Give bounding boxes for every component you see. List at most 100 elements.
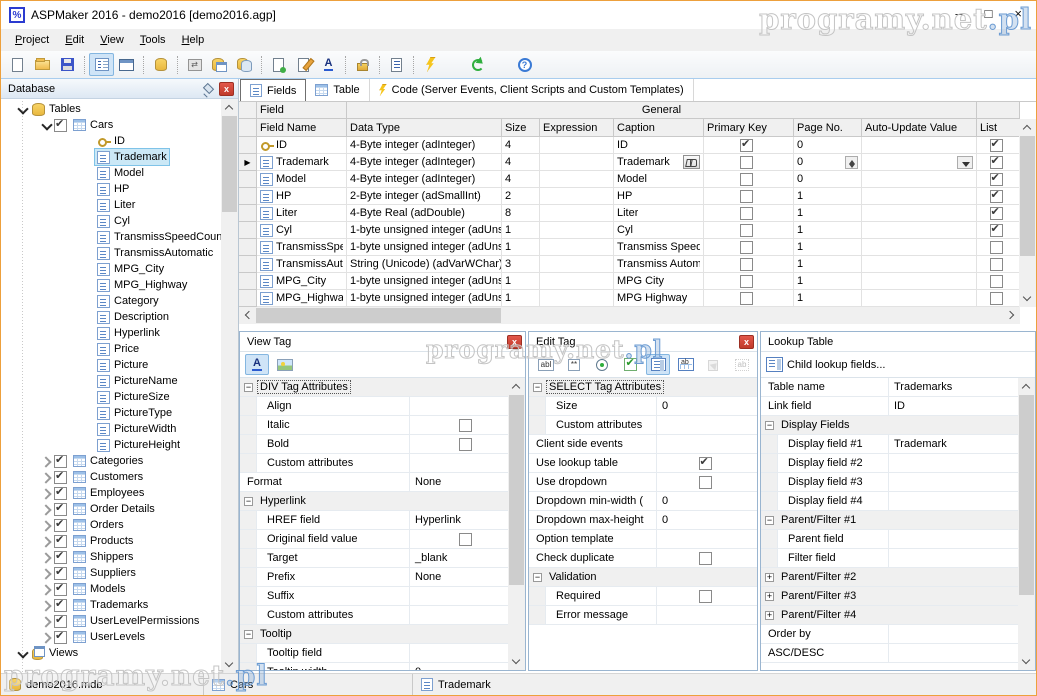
scroll-right-icon[interactable] xyxy=(1003,307,1020,324)
cell-field-name[interactable]: TransmissAutomatic xyxy=(257,256,347,273)
cell-field-name[interactable]: TransmissSpeedCount xyxy=(257,239,347,256)
cell-auto-update[interactable] xyxy=(862,154,977,171)
tree-item-userlevels[interactable]: UserLevels xyxy=(1,629,221,645)
cell-primary-key[interactable] xyxy=(704,239,794,256)
property-value[interactable]: 0 xyxy=(657,397,757,415)
cell-expression[interactable] xyxy=(540,239,614,256)
row-header[interactable] xyxy=(239,137,257,154)
cell-list[interactable] xyxy=(977,137,1020,154)
tab-table[interactable]: Table xyxy=(306,79,369,101)
cell-list[interactable] xyxy=(977,188,1020,205)
property-value[interactable]: 0 xyxy=(657,511,757,529)
scroll-up-icon[interactable] xyxy=(1019,119,1036,136)
tree-item-transmissautomatic[interactable]: TransmissAutomatic xyxy=(1,245,221,261)
cell-page-no[interactable]: 1 xyxy=(794,239,862,256)
cell-auto-update[interactable] xyxy=(862,273,977,290)
cell-expression[interactable] xyxy=(540,256,614,273)
tree-item-userlevelpermissions[interactable]: UserLevelPermissions xyxy=(1,613,221,629)
spinner-down-icon[interactable] xyxy=(846,162,857,168)
tree-item-picturetype[interactable]: PictureType xyxy=(1,405,221,421)
cell-auto-update[interactable] xyxy=(862,239,977,256)
tree-item-models[interactable]: Models xyxy=(1,581,221,597)
property-row-tooltip-width[interactable]: Tooltip width0 xyxy=(240,663,525,670)
cell-primary-key[interactable] xyxy=(704,205,794,222)
tree-item-views[interactable]: Views xyxy=(1,645,221,661)
tree-item-cars[interactable]: Cars xyxy=(1,117,221,133)
cell-size[interactable]: 1 xyxy=(502,222,540,239)
minimize-button[interactable]: – xyxy=(955,6,962,21)
cell-page-no[interactable]: 0 xyxy=(794,137,862,154)
tree-item-products[interactable]: Products xyxy=(1,533,221,549)
tree-item-transmissspeedcount[interactable]: TransmissSpeedCount xyxy=(1,229,221,245)
property-checkbox[interactable] xyxy=(699,457,712,470)
primary-key-checkbox[interactable] xyxy=(740,156,753,169)
property-row-display-field-2[interactable]: Display field #2 xyxy=(761,454,1035,473)
cell-primary-key[interactable] xyxy=(704,171,794,188)
tree-checkbox[interactable] xyxy=(54,471,67,484)
list-checkbox[interactable] xyxy=(990,207,1003,220)
tree-item-picturesize[interactable]: PictureSize xyxy=(1,389,221,405)
scroll-thumb[interactable] xyxy=(256,308,501,323)
cell-size[interactable]: 8 xyxy=(502,205,540,222)
cell-expression[interactable] xyxy=(540,188,614,205)
property-row-prefix[interactable]: PrefixNone xyxy=(240,568,525,587)
cell-data-type[interactable]: 4-Byte integer (adInteger) xyxy=(347,154,502,171)
database-pane-toggle-button[interactable] xyxy=(89,53,114,76)
scroll-up-icon[interactable] xyxy=(221,99,238,116)
cell-caption[interactable]: Trademark xyxy=(614,154,704,171)
scroll-thumb[interactable] xyxy=(509,395,524,585)
cell-caption[interactable]: MPG City xyxy=(614,273,704,290)
cell-caption[interactable]: MPG Highway xyxy=(614,290,704,307)
primary-key-checkbox[interactable] xyxy=(740,241,753,254)
property-checkbox[interactable] xyxy=(459,419,472,432)
tree-item-picture[interactable]: Picture xyxy=(1,357,221,373)
tree-item-model[interactable]: Model xyxy=(1,165,221,181)
properties-pane-toggle-button[interactable] xyxy=(114,53,139,76)
primary-key-checkbox[interactable] xyxy=(740,258,753,271)
property-row-custom-attributes[interactable]: Custom attributes xyxy=(529,416,757,435)
property-row-required[interactable]: Required xyxy=(529,587,757,606)
cell-primary-key[interactable] xyxy=(704,137,794,154)
cell-caption[interactable]: Transmiss Automatic xyxy=(614,256,704,273)
property-row-dropdown-min-width-[interactable]: Dropdown min-width (0 xyxy=(529,492,757,511)
property-row-size[interactable]: Size0 xyxy=(529,397,757,416)
cell-primary-key[interactable] xyxy=(704,222,794,239)
primary-key-checkbox[interactable] xyxy=(740,139,753,152)
scroll-thumb[interactable] xyxy=(222,116,237,212)
cell-primary-key[interactable] xyxy=(704,273,794,290)
tab-fields[interactable]: Fields xyxy=(240,79,306,101)
expand-toggle-icon[interactable]: − xyxy=(533,573,542,582)
menu-item-project[interactable]: Project xyxy=(7,31,57,49)
tree-item-trademark[interactable]: Trademark xyxy=(1,149,221,165)
open-project-button[interactable] xyxy=(30,53,55,76)
html-settings-button[interactable]: A xyxy=(316,53,341,76)
property-value[interactable] xyxy=(657,454,757,472)
property-checkbox[interactable] xyxy=(459,533,472,546)
cell-primary-key[interactable] xyxy=(704,256,794,273)
select-dropdown-button[interactable] xyxy=(646,354,670,375)
tree-item-description[interactable]: Description xyxy=(1,309,221,325)
scroll-down-icon[interactable] xyxy=(508,653,525,670)
property-category-validation[interactable]: −Validation xyxy=(529,568,757,587)
chevron-right-icon[interactable] xyxy=(39,582,54,597)
menu-item-edit[interactable]: Edit xyxy=(57,31,92,49)
expand-toggle-icon[interactable]: − xyxy=(244,497,253,506)
menu-item-view[interactable]: View xyxy=(92,31,132,49)
generate-button[interactable] xyxy=(418,53,443,76)
scroll-down-icon[interactable] xyxy=(1018,653,1035,670)
maximize-button[interactable]: □ xyxy=(985,6,993,21)
property-row-tooltip-field[interactable]: Tooltip field xyxy=(240,644,525,663)
row-header[interactable] xyxy=(239,205,257,222)
view-tag-scrollbar[interactable] xyxy=(508,378,525,670)
view-tag-close-icon[interactable]: x xyxy=(507,335,522,349)
property-row-dropdown-max-height[interactable]: Dropdown max-height0 xyxy=(529,511,757,530)
tree-item-order-details[interactable]: Order Details xyxy=(1,501,221,517)
cell-expression[interactable] xyxy=(540,273,614,290)
cell-auto-update[interactable] xyxy=(862,256,977,273)
property-category-div-tag-attributes[interactable]: −DIV Tag Attributes xyxy=(240,378,525,397)
menu-item-help[interactable]: Help xyxy=(174,31,213,49)
tree-checkbox[interactable] xyxy=(54,519,67,532)
checkbox-button[interactable] xyxy=(618,354,642,375)
list-checkbox[interactable] xyxy=(990,224,1003,237)
property-category-tooltip[interactable]: −Tooltip xyxy=(240,625,525,644)
